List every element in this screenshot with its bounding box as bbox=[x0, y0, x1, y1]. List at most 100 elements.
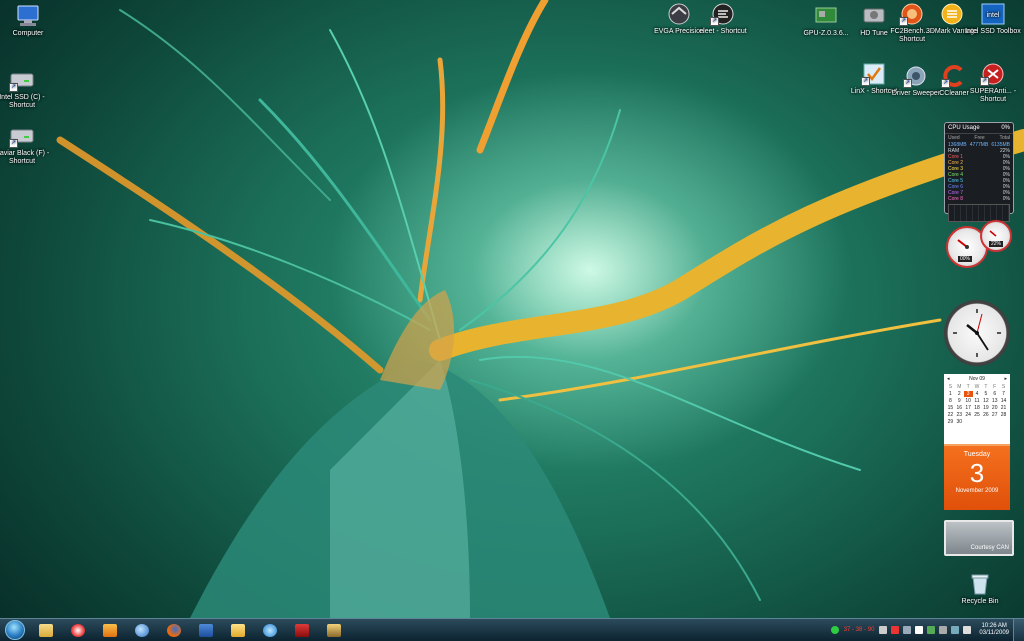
calendar-day[interactable]: 26 bbox=[981, 412, 990, 418]
taskbar-outlook[interactable] bbox=[225, 620, 251, 640]
taskbar-internet-explorer[interactable] bbox=[257, 620, 283, 640]
calendar-day[interactable]: 12 bbox=[981, 398, 990, 404]
core-label: Core 8 bbox=[948, 196, 964, 202]
taskbar-clock[interactable]: 10:26 AM 03/11/2009 bbox=[979, 623, 1009, 637]
ram-free: 4777MB bbox=[969, 142, 989, 148]
calendar-month-label: Nov 09 bbox=[969, 376, 985, 382]
slideshow-gadget[interactable]: Courtesy CAN bbox=[944, 520, 1014, 556]
calendar-day[interactable]: 30 bbox=[955, 419, 964, 425]
cpu-usage-gadget[interactable]: CPU Usage 0% Used Free Total 1368MB 4777… bbox=[944, 122, 1014, 222]
calendar-weekday: F bbox=[993, 384, 997, 390]
calendar-day[interactable]: 3 bbox=[963, 391, 973, 397]
calendar-weekday: T bbox=[966, 384, 970, 390]
computer-shortcut[interactable]: Computer bbox=[0, 4, 56, 38]
calendar-day[interactable]: 28 bbox=[999, 412, 1008, 418]
calendar-day[interactable]: 13 bbox=[990, 398, 999, 404]
calendar-day[interactable]: 9 bbox=[955, 398, 964, 404]
cpu-gadget-percent: 0% bbox=[1001, 125, 1010, 131]
calendar-day[interactable]: 4 bbox=[973, 391, 982, 397]
start-button[interactable] bbox=[0, 619, 30, 641]
calendar-day-number: 3 bbox=[969, 458, 985, 488]
calendar-prev-icon[interactable]: ◂ bbox=[947, 376, 950, 382]
calendar-day[interactable]: 23 bbox=[955, 412, 964, 418]
calendar-day[interactable]: 6 bbox=[990, 391, 999, 397]
tray-network-icon[interactable] bbox=[951, 626, 960, 634]
tray-app-icon[interactable] bbox=[939, 626, 948, 634]
shortcut-arrow-icon: ↗ bbox=[861, 77, 870, 86]
calendar-day[interactable]: 1 bbox=[946, 391, 955, 397]
calendar-day[interactable]: 14 bbox=[999, 398, 1008, 404]
calendar-day[interactable]: 16 bbox=[955, 405, 964, 411]
clock-gadget[interactable] bbox=[944, 300, 1010, 366]
taskbar-word[interactable] bbox=[193, 620, 219, 640]
tray-app-icon[interactable] bbox=[903, 626, 912, 634]
intel-ssd-shortcut[interactable]: ↗ Intel SSD (C) - Shortcut bbox=[0, 68, 50, 110]
recycle-bin[interactable]: Recycle Bin bbox=[952, 572, 1008, 606]
show-desktop-button[interactable] bbox=[1013, 619, 1024, 641]
ram-meter-readout: 22% bbox=[989, 241, 1004, 247]
calendar-day[interactable]: 18 bbox=[973, 405, 982, 411]
superanti-label: SUPERAnti... - Shortcut bbox=[969, 88, 1017, 103]
intel-toolbox-label: Intel SSD Toolbox bbox=[965, 28, 1021, 35]
tray-temperature-readout[interactable]: 37 - 38 - 90 bbox=[844, 627, 875, 633]
eleet-shortcut[interactable]: ↗ eleet - Shortcut bbox=[695, 2, 751, 36]
calendar-day[interactable]: 7 bbox=[999, 391, 1008, 397]
calendar-day-view: Tuesday 3 November 2009 bbox=[944, 444, 1010, 510]
cpu-col-total: Total bbox=[999, 135, 1010, 141]
shortcut-arrow-icon: ↗ bbox=[710, 17, 719, 26]
calendar-day[interactable]: 5 bbox=[981, 391, 990, 397]
analog-clock-face-icon bbox=[953, 309, 1001, 357]
calendar-day[interactable]: 20 bbox=[990, 405, 999, 411]
cpu-meter-readout: 00% bbox=[958, 256, 973, 262]
taskbar-browser[interactable] bbox=[129, 620, 155, 640]
evga-icon bbox=[666, 2, 692, 26]
calendar-gadget[interactable]: ◂ Nov 09 ▸ S M T W T F S 1 2 3 4 5 6 7 8 9 10 11 12 13 14 15 1… bbox=[944, 374, 1010, 512]
tray-green-icon[interactable] bbox=[830, 626, 839, 634]
slideshow-caption: Courtesy CAN bbox=[970, 545, 1009, 551]
tray-app-icon[interactable] bbox=[927, 626, 936, 634]
taskbar-firefox[interactable] bbox=[161, 620, 187, 640]
calendar-day[interactable]: 17 bbox=[964, 405, 973, 411]
caviar-black-shortcut[interactable]: ↗ Caviar Black (F) - Shortcut bbox=[0, 124, 50, 166]
calendar-day[interactable]: 10 bbox=[964, 398, 973, 404]
superanti-shortcut[interactable]: ↗ SUPERAnti... - Shortcut bbox=[965, 62, 1021, 104]
taskbar-red-app[interactable] bbox=[289, 620, 315, 640]
tray-flag-icon[interactable] bbox=[915, 626, 924, 634]
calendar-month-year: November 2009 bbox=[955, 488, 999, 494]
cpu-col-free: Free bbox=[974, 135, 985, 141]
calendar-day[interactable]: 29 bbox=[946, 419, 955, 425]
taskbar-photo-app[interactable] bbox=[321, 620, 347, 640]
calendar-day[interactable]: 2 bbox=[955, 391, 964, 397]
calendar-day[interactable]: 22 bbox=[946, 412, 955, 418]
taskbar-media-player[interactable] bbox=[65, 620, 91, 640]
calendar-next-icon[interactable]: ▸ bbox=[1004, 376, 1007, 382]
drive-icon: ↗ bbox=[9, 124, 35, 148]
recycle-bin-icon bbox=[967, 572, 993, 596]
calendar-day[interactable]: 27 bbox=[990, 412, 999, 418]
tray-app-icon[interactable] bbox=[879, 626, 888, 634]
core-list: Core 1 0% Core 2 0% Core 3 0% Core 4 0% Core 5 0%… bbox=[945, 154, 1013, 202]
calendar-day[interactable]: 25 bbox=[973, 412, 982, 418]
calendar-day[interactable]: 15 bbox=[946, 405, 955, 411]
taskbar-windows-explorer[interactable] bbox=[33, 620, 59, 640]
tray-volume-icon[interactable] bbox=[963, 626, 972, 634]
red-app-icon bbox=[295, 623, 309, 637]
3dmark-icon bbox=[939, 2, 965, 26]
intel-ssd-label: Intel SSD (C) - Shortcut bbox=[0, 94, 45, 109]
calendar-weekday: T bbox=[984, 384, 988, 390]
linx-icon: ↗ bbox=[861, 62, 887, 86]
calendar-day[interactable]: 8 bbox=[946, 398, 955, 404]
taskbar-time: 10:26 AM bbox=[981, 623, 1007, 629]
calendar-day[interactable]: 19 bbox=[981, 405, 990, 411]
calendar-day[interactable]: 24 bbox=[964, 412, 973, 418]
word-icon bbox=[199, 623, 213, 637]
gpu-card-icon bbox=[813, 4, 839, 28]
intel-toolbox-shortcut[interactable]: intel Intel SSD Toolbox bbox=[965, 2, 1021, 36]
taskbar-media-center[interactable] bbox=[97, 620, 123, 640]
cpu-meter-gadget[interactable]: 00% 22% bbox=[944, 220, 1012, 272]
calendar-grid: S M T W T F S 1 2 3 4 5 6 7 8 9 10 11 12 13 14 15 16 17 18 19 20 21… bbox=[944, 384, 1010, 425]
svg-text:intel: intel bbox=[987, 12, 1000, 19]
calendar-day[interactable]: 21 bbox=[999, 405, 1008, 411]
calendar-day[interactable]: 11 bbox=[973, 398, 982, 404]
tray-app-icon[interactable] bbox=[891, 626, 900, 634]
